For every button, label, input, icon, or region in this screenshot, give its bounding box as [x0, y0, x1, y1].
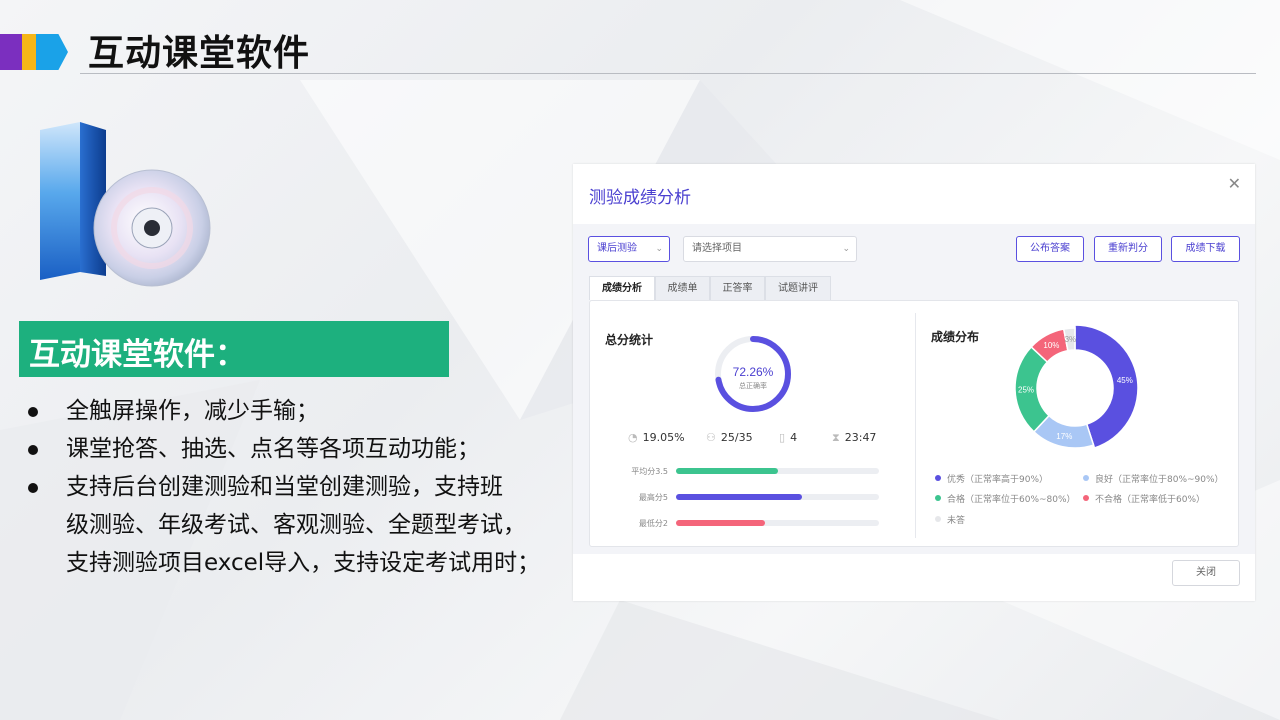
page-title: 互动课堂软件: [88, 33, 311, 74]
feature-item-continued: 支持测验项目excel导入，支持设定考试用时；: [66, 550, 541, 576]
project-select[interactable]: 请选择项目 ⌄: [683, 236, 857, 262]
stat-time: ⧗ 23:47: [832, 431, 877, 444]
accuracy-label: 总正确率: [739, 381, 767, 390]
pie-icon: ◔: [628, 431, 638, 444]
feature-list: 全触屏操作，减少手输； 课堂抢答、抽选、点名等各项互动功能； 支持后台创建测验和…: [28, 392, 558, 582]
legend-item: 未答: [935, 513, 965, 526]
software-box-icon: [40, 122, 211, 287]
feature-item: 课堂抢答、抽选、点名等各项互动功能；: [28, 430, 558, 468]
tab-score-analysis[interactable]: 成绩分析: [589, 276, 655, 300]
hourglass-icon: ⧗: [832, 431, 840, 444]
bar-track-highest: [676, 494, 879, 500]
person-icon: ⚇: [706, 431, 716, 444]
dialog-header: 测验成绩分析 ✕: [573, 164, 1255, 224]
section-heading: 互动课堂软件：: [19, 321, 449, 377]
tab-accuracy[interactable]: 正答率: [710, 276, 765, 300]
distribution-title: 成绩分布: [931, 330, 980, 344]
distribution-donut-chart: 45% 17% 25% 10% 3%: [1014, 324, 1139, 449]
bar-label-lowest: 最低分2: [638, 519, 668, 528]
panel-divider: [915, 313, 916, 538]
legend-dot: [935, 475, 941, 481]
feature-item-continued: 级测验、年级考试、客观测验、全题型考试，: [66, 512, 526, 538]
accuracy-value: 72.26%: [733, 365, 774, 379]
tab-score-sheet[interactable]: 成绩单: [655, 276, 710, 300]
feature-item: 全触屏操作，减少手输；: [28, 392, 558, 430]
total-stats-title: 总分统计: [605, 333, 654, 347]
header-divider: [80, 73, 1256, 74]
donut-label: 45%: [1117, 376, 1133, 385]
close-icon[interactable]: ✕: [1228, 174, 1241, 193]
legend-item: 不合格（正常率低于60%）: [1083, 492, 1205, 505]
bar-fill-highest: [676, 494, 802, 500]
donut-label: 17%: [1056, 432, 1072, 441]
tab-question-review[interactable]: 试题讲评: [765, 276, 831, 300]
bar-fill-average: [676, 468, 778, 474]
legend-dot: [1083, 495, 1089, 501]
analysis-panel: 总分统计 72.26% 总正确率 ◔ 19.05% ⚇ 25/35 ▯ 4 ⧗ 23:4…: [589, 300, 1239, 547]
bar-fill-lowest: [676, 520, 766, 526]
bullet-icon: [28, 445, 38, 455]
publish-answer-button[interactable]: 公布答案: [1016, 236, 1084, 262]
bar-track-lowest: [676, 520, 879, 526]
accuracy-gauge: 72.26% 总正确率: [715, 336, 791, 412]
bar-label-average: 平均分3.5: [631, 467, 668, 476]
section-heading-text: 互动课堂软件：: [29, 337, 246, 373]
dialog-footer: 关闭: [573, 554, 1255, 601]
donut-label: 25%: [1018, 386, 1034, 395]
legend-item: 良好（正常率位于80%~90%）: [1083, 472, 1224, 485]
stat-attendance: ⚇ 25/35: [706, 431, 753, 444]
feature-item: 支持后台创建测验和当堂创建测验，支持班: [28, 468, 558, 506]
legend-dot: [935, 495, 941, 501]
bar-track-average: [676, 468, 879, 474]
header-accent-bar: [0, 34, 68, 70]
dialog-body: 课后测验 ⌄ 请选择项目 ⌄ 公布答案 重新判分 成绩下载 成绩分析 成绩单 正答率…: [573, 224, 1255, 554]
quiz-type-select[interactable]: 课后测验 ⌄: [588, 236, 670, 262]
bar-label-highest: 最高分5: [638, 493, 668, 502]
score-analysis-dialog: 测验成绩分析 ✕ 课后测验 ⌄ 请选择项目 ⌄ 公布答案 重新判分 成绩下载 成绩分…: [573, 164, 1255, 601]
bullet-icon: [28, 483, 38, 493]
document-icon: ▯: [779, 431, 786, 444]
donut-label: 10%: [1043, 341, 1059, 350]
stat-rate: ◔ 19.05%: [628, 431, 685, 444]
legend-item: 合格（正常率位于60%~80%）: [935, 492, 1076, 505]
bullet-icon: [28, 407, 38, 417]
legend-item: 优秀（正常率高于90%）: [935, 472, 1048, 485]
legend-dot: [935, 516, 941, 522]
dialog-title: 测验成绩分析: [589, 188, 691, 208]
rejudge-button[interactable]: 重新判分: [1094, 236, 1162, 262]
donut-label: 3%: [1065, 335, 1077, 344]
download-scores-button[interactable]: 成绩下载: [1171, 236, 1240, 262]
chevron-down-icon: ⌄: [655, 244, 663, 254]
stat-questions: ▯ 4: [779, 431, 798, 444]
legend-dot: [1083, 475, 1089, 481]
chevron-down-icon: ⌄: [842, 244, 850, 254]
close-button[interactable]: 关闭: [1172, 560, 1240, 586]
